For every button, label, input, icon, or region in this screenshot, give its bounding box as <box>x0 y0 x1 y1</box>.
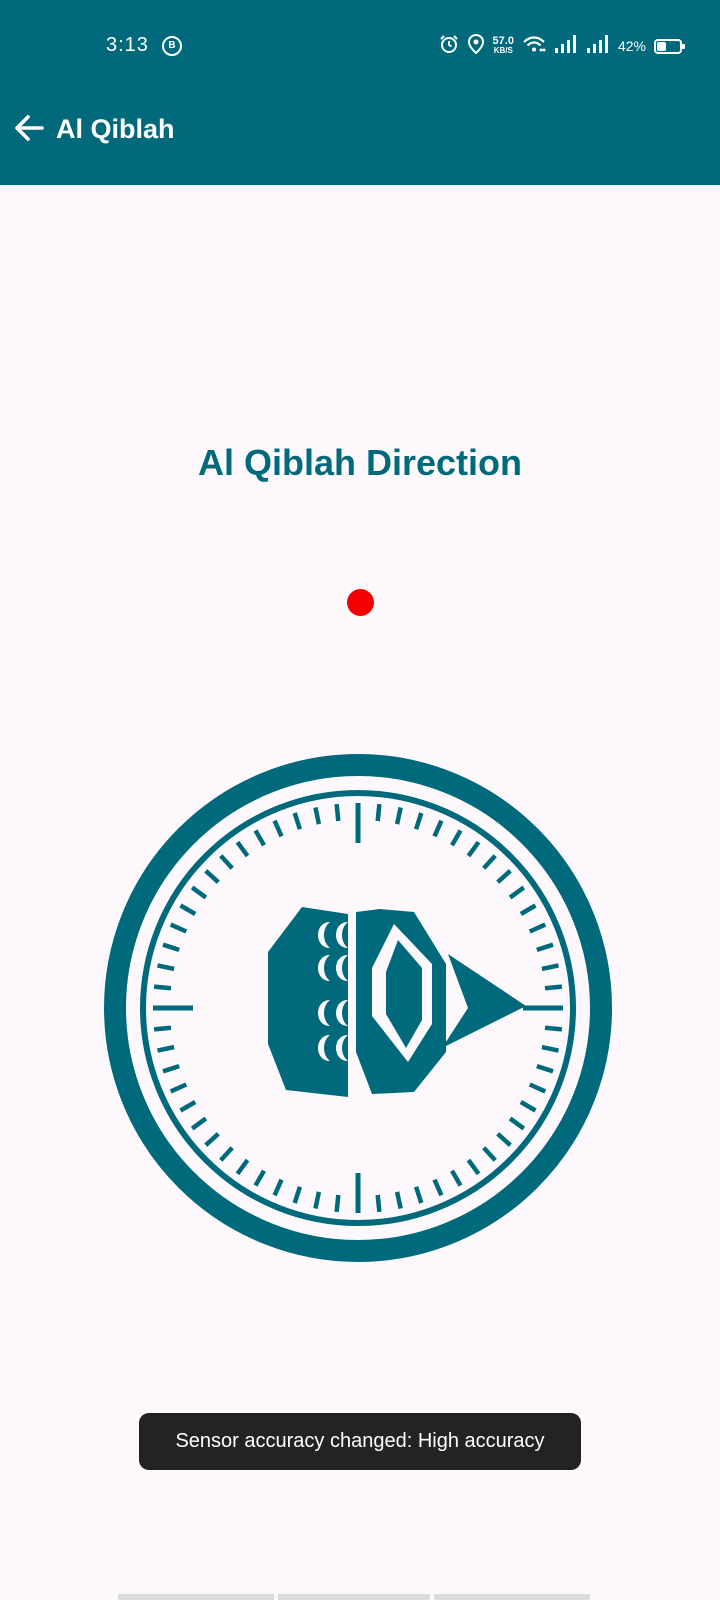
compass-tick <box>519 1100 537 1113</box>
battery-icon <box>654 38 685 54</box>
compass-tick <box>169 1082 188 1094</box>
compass-tick <box>190 1116 208 1131</box>
compass-tick <box>272 819 284 838</box>
net-speed-value: 57.0 <box>492 35 514 47</box>
back-button[interactable] <box>10 108 50 148</box>
compass-tick <box>235 1158 250 1176</box>
compass-tick <box>413 1186 424 1204</box>
compass-tick <box>519 903 537 916</box>
compass-tick <box>313 807 322 825</box>
compass-tick <box>334 1194 341 1213</box>
compass-tick <box>253 1169 266 1187</box>
compass-tick <box>482 854 497 870</box>
compass-tick <box>466 840 481 858</box>
compass-tick <box>544 984 563 991</box>
compass-tick <box>375 803 382 822</box>
compass-tick <box>536 942 554 953</box>
qiblah-compass <box>102 752 614 1264</box>
compass-tick <box>179 903 197 916</box>
kaaba-icon <box>268 907 526 1097</box>
battery-level <box>657 41 666 51</box>
nav-handle-center <box>278 1594 430 1600</box>
compass-tick <box>162 942 180 953</box>
compass-tick <box>541 1044 559 1053</box>
compass-tick <box>432 819 444 838</box>
status-bar: 3:13 B 57.0 KB/S 42% <box>0 0 720 90</box>
wifi-icon <box>522 34 546 59</box>
kaaba-compass-icon <box>104 754 612 1262</box>
compass-tick <box>544 1025 563 1032</box>
battery-percent: 42% <box>617 38 646 54</box>
signal-icon-sim2 <box>586 34 610 59</box>
compass-tick <box>375 1194 382 1213</box>
nav-handle-right <box>434 1594 590 1600</box>
compass-tick <box>204 1132 220 1147</box>
compass-tick <box>334 803 341 822</box>
status-badge: B <box>162 36 182 56</box>
compass-tick <box>394 807 403 825</box>
compass-tick <box>466 1158 481 1176</box>
compass-tick <box>496 1132 512 1147</box>
compass-tick <box>204 869 220 884</box>
arrow-left-icon <box>15 115 44 141</box>
compass-tick <box>313 1191 322 1209</box>
app-bar: Al Qiblah <box>0 90 720 185</box>
qiblah-direction-heading: Al Qiblah Direction <box>197 442 523 483</box>
compass-tick <box>153 984 172 991</box>
compass-tick <box>413 812 424 830</box>
compass-tick <box>219 854 234 870</box>
compass-tick <box>179 1100 197 1113</box>
compass-tick <box>292 812 303 830</box>
compass-tick <box>450 1169 463 1187</box>
status-time: 3:13 <box>106 34 149 56</box>
compass-tick <box>219 1146 234 1162</box>
compass-tick <box>169 922 188 934</box>
compass-tick <box>157 963 175 972</box>
alarm-icon <box>439 34 459 59</box>
net-speed: 57.0 KB/S <box>493 36 514 56</box>
compass-tick <box>432 1178 444 1197</box>
compass-tick <box>235 840 250 858</box>
compass-tick <box>496 869 512 884</box>
compass-tick <box>292 1186 303 1204</box>
compass-tick <box>394 1191 403 1209</box>
compass-tick <box>482 1146 497 1162</box>
compass-tick <box>536 1063 554 1074</box>
status-icons: 57.0 KB/S 42% <box>439 32 685 60</box>
nav-handle-left <box>118 1594 274 1600</box>
compass-tick <box>190 885 208 900</box>
compass-tick <box>253 829 266 847</box>
compass-tick <box>450 829 463 847</box>
compass-tick <box>508 1116 526 1131</box>
toast-message: Sensor accuracy changed: High accuracy <box>139 1413 581 1470</box>
compass-tick <box>508 885 526 900</box>
compass-tick <box>153 1025 172 1032</box>
signal-icon-sim1 <box>554 34 578 59</box>
compass-tick <box>157 1044 175 1053</box>
compass-tick <box>162 1063 180 1074</box>
qiblah-indicator-dot <box>347 589 374 616</box>
compass-tick <box>541 963 559 972</box>
compass-tick <box>528 1082 547 1094</box>
page-title: Al Qiblah <box>56 114 175 144</box>
compass-tick <box>272 1178 284 1197</box>
location-icon <box>467 33 485 59</box>
net-speed-unit: KB/S <box>493 46 513 55</box>
compass-tick <box>528 922 547 934</box>
